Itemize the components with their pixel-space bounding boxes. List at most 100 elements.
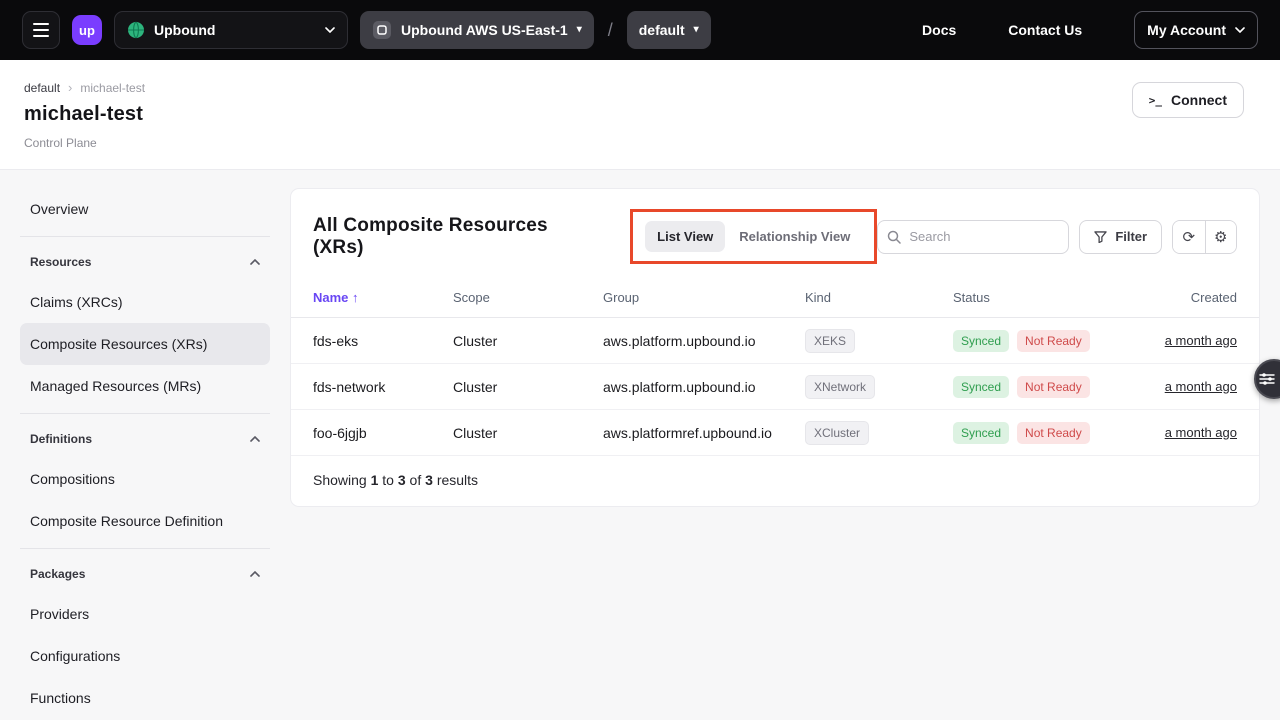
sidebar: Overview Resources Claims (XRCs) Composi… [20,188,270,719]
divider [20,236,270,237]
refresh-button[interactable]: ⟳ [1173,221,1204,253]
sidebar-section-definitions[interactable]: Definitions [20,420,270,458]
chevron-up-icon [250,436,260,442]
column-header-status: Status [953,290,1159,305]
hamburger-icon [33,23,49,25]
sidebar-item-xrd[interactable]: Composite Resource Definition [20,500,270,542]
group-dropdown[interactable]: default ▾ [627,11,711,49]
xr-group: aws.platform.upbound.io [603,333,805,349]
relationship-view-button[interactable]: Relationship View [727,221,862,252]
xr-scope: Cluster [453,425,603,441]
chevron-down-icon [325,27,335,33]
breadcrumb-separator-icon: › [68,80,72,95]
gear-icon: ⚙ [1214,228,1227,246]
result-to: 3 [398,472,406,488]
chevron-down-icon: ▾ [694,25,699,35]
page-subtitle: Control Plane [24,136,1256,150]
terminal-icon: >_ [1149,94,1162,107]
path-separator: / [608,20,613,41]
status-badge-synced: Synced [953,376,1009,398]
result-from: 1 [371,472,379,488]
created-link[interactable]: a month ago [1165,333,1237,348]
sidebar-section-packages[interactable]: Packages [20,555,270,593]
search-box [877,220,1069,254]
list-view-button[interactable]: List View [645,221,725,252]
globe-icon [127,21,145,39]
sidebar-item-claims[interactable]: Claims (XRCs) [20,281,270,323]
breadcrumb-group[interactable]: default [24,81,60,95]
sidebar-item-managed-resources[interactable]: Managed Resources (MRs) [20,365,270,407]
column-header-created: Created [1159,290,1237,305]
xr-name[interactable]: foo-6jgjb [313,425,453,441]
chevron-down-icon [1235,27,1245,33]
sidebar-item-compositions[interactable]: Compositions [20,458,270,500]
sliders-icon [1259,372,1275,386]
created-link[interactable]: a month ago [1165,425,1237,440]
upbound-logo: up [72,15,102,45]
topbar: up Upbound Upbound AWS US-East-1 ▾ / def… [0,0,1280,60]
xr-group: aws.platformref.upbound.io [603,425,805,441]
chevron-down-icon: ▾ [577,25,582,35]
page-header: default › michael-test michael-test Cont… [0,60,1280,170]
search-input[interactable] [877,220,1069,254]
breadcrumb-current: michael-test [80,81,145,95]
xr-group: aws.platform.upbound.io [603,379,805,395]
xr-name[interactable]: fds-eks [313,333,453,349]
my-account-button[interactable]: My Account [1134,11,1258,49]
card-header: All Composite Resources (XRs) List View … [291,189,1259,278]
annotation-highlight-box: List View Relationship View [630,209,877,264]
created-link[interactable]: a month ago [1165,379,1237,394]
status-badge-synced: Synced [953,422,1009,444]
table-tools: ⟳ ⚙ [1172,220,1237,254]
xr-scope: Cluster [453,379,603,395]
column-header-group: Group [603,290,805,305]
table-row: foo-6jgjb Cluster aws.platformref.upboun… [291,410,1259,456]
sort-asc-icon: ↑ [352,290,359,305]
chevron-up-icon [250,571,260,577]
filter-button[interactable]: Filter [1079,220,1162,254]
section-title: Definitions [30,432,92,446]
table-header: Name ↑ Scope Group Kind Status Created [291,278,1259,318]
org-dropdown[interactable]: Upbound [114,11,348,49]
menu-button[interactable] [22,11,60,49]
xr-scope: Cluster [453,333,603,349]
column-header-scope: Scope [453,290,603,305]
xr-name[interactable]: fds-network [313,379,453,395]
funnel-icon [1094,231,1107,243]
contact-us-link[interactable]: Contact Us [1008,22,1082,38]
sidebar-item-overview[interactable]: Overview [20,188,270,230]
divider [20,548,270,549]
docs-link[interactable]: Docs [922,22,956,38]
section-title: Packages [30,567,85,581]
sidebar-section-resources[interactable]: Resources [20,243,270,281]
kind-badge: XCluster [805,421,869,445]
settings-button[interactable]: ⚙ [1205,221,1236,253]
xr-list-card: All Composite Resources (XRs) List View … [290,188,1260,507]
my-account-label: My Account [1147,22,1226,38]
connect-label: Connect [1171,92,1227,108]
card-title: All Composite Resources (XRs) [313,215,590,259]
page-title: michael-test [24,103,1256,126]
status-badge-not-ready: Not Ready [1017,376,1090,398]
sidebar-item-composite-resources[interactable]: Composite Resources (XRs) [20,323,270,365]
sidebar-item-providers[interactable]: Providers [20,593,270,635]
control-plane-dropdown[interactable]: Upbound AWS US-East-1 ▾ [360,11,594,49]
connect-button[interactable]: >_ Connect [1132,82,1244,118]
org-dropdown-label: Upbound [154,22,316,38]
refresh-icon: ⟳ [1183,228,1196,246]
status-badge-not-ready: Not Ready [1017,422,1090,444]
status-badge-not-ready: Not Ready [1017,330,1090,352]
kind-badge: XNetwork [805,375,875,399]
column-header-name[interactable]: Name ↑ [313,290,453,305]
result-total: 3 [425,472,433,488]
sidebar-item-configurations[interactable]: Configurations [20,635,270,677]
control-plane-icon [372,20,392,40]
filter-label: Filter [1115,229,1147,244]
table-footer: Showing 1 to 3 of 3 results [291,456,1259,506]
sidebar-item-functions[interactable]: Functions [20,677,270,719]
section-title: Resources [30,255,91,269]
table-row: fds-network Cluster aws.platform.upbound… [291,364,1259,410]
kind-badge: XEKS [805,329,855,353]
group-dropdown-label: default [639,22,685,38]
breadcrumb: default › michael-test [24,80,1256,95]
